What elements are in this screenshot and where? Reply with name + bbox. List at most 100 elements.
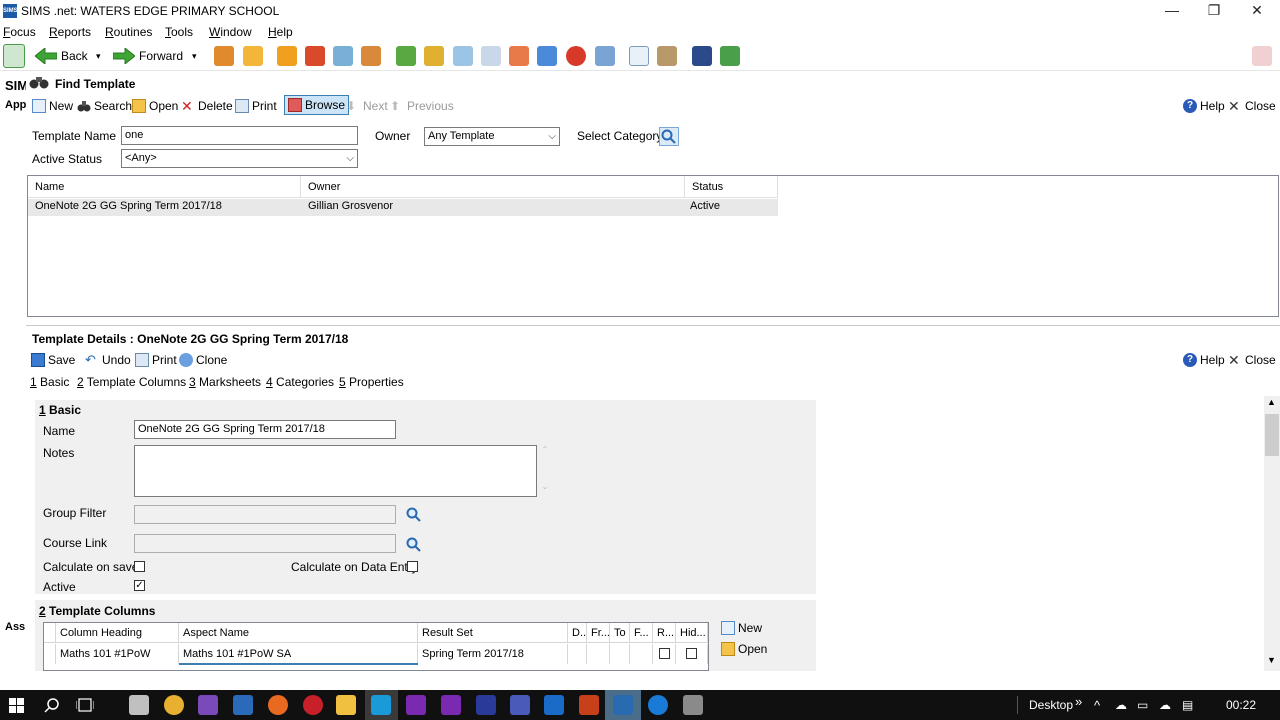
visual-studio-icon[interactable] [198, 695, 218, 715]
minimize-button[interactable]: — [1149, 0, 1195, 22]
action-center-icon[interactable]: ▤ [1182, 698, 1193, 712]
column-heading-cell[interactable]: Maths 101 #1PoW [56, 644, 179, 664]
column-header-aspect-name[interactable]: Aspect Name [179, 623, 418, 643]
select-category-search-button[interactable] [659, 127, 679, 146]
table-row[interactable]: OneNote 2G GG Spring Term 2017/18 Gillia… [28, 199, 778, 216]
staff-icon[interactable] [333, 46, 353, 66]
firefox-icon[interactable] [268, 695, 288, 715]
find-help-button[interactable]: ? Help [1183, 99, 1225, 113]
calculate-on-save-checkbox[interactable] [134, 561, 145, 572]
file-explorer-icon[interactable] [336, 695, 356, 715]
column-header-column-heading[interactable]: Column Heading [56, 623, 179, 643]
column-header-status[interactable]: Status [685, 176, 778, 198]
save-button[interactable]: Save [31, 353, 75, 367]
skype-icon[interactable] [371, 695, 391, 715]
onedrive-icon[interactable]: ☁ [1159, 698, 1171, 712]
row-selector[interactable] [44, 644, 56, 664]
open-button[interactable]: Open [132, 99, 178, 113]
active-checkbox[interactable]: ✓ [134, 580, 145, 591]
d-cell[interactable] [568, 644, 587, 664]
to-cell[interactable] [610, 644, 630, 664]
tab-properties[interactable]: 5 Properties [339, 375, 404, 389]
new-button[interactable]: New [32, 99, 73, 113]
edge-icon[interactable] [648, 695, 668, 715]
swap-icon[interactable] [3, 44, 25, 68]
home-icon[interactable] [537, 46, 557, 66]
person-icon[interactable] [243, 46, 263, 66]
teams-icon[interactable] [510, 695, 530, 715]
restore-button[interactable]: ❐ [1191, 0, 1237, 22]
sims-help-icon[interactable] [1252, 46, 1272, 66]
details-close-button[interactable]: ✕ Close [1228, 353, 1276, 367]
calculate-on-entry-checkbox[interactable] [407, 561, 418, 572]
onenote-icon[interactable] [406, 695, 426, 715]
aspect-name-cell[interactable]: Maths 101 #1PoW SA [179, 644, 418, 664]
tab-categories[interactable]: 4 Categories [266, 375, 334, 389]
toolbar-overflow-chevrons[interactable]: » [1075, 694, 1082, 709]
left-strip-ass[interactable]: Ass [5, 621, 25, 633]
edit-icon[interactable] [481, 46, 501, 66]
show-hidden-icons-caret[interactable]: ^ [1094, 698, 1100, 713]
clone-button[interactable]: Clone [179, 353, 227, 367]
f-cell[interactable] [630, 644, 653, 664]
clock-time[interactable]: 00:22 [1226, 698, 1256, 712]
template-name-input[interactable]: one [121, 126, 358, 145]
column-new-button[interactable]: New [721, 621, 762, 635]
mail-icon[interactable] [629, 46, 649, 66]
column-header-f[interactable]: F... [630, 623, 653, 643]
clock-icon[interactable] [566, 46, 586, 66]
previous-button[interactable]: ⬆ Previous [390, 99, 454, 113]
outlook-icon[interactable] [544, 695, 564, 715]
internet-explorer-icon[interactable] [233, 695, 253, 715]
close-window-button[interactable]: ✕ [1234, 0, 1280, 22]
tab-basic[interactable]: 1 Basic [30, 375, 69, 389]
search-icon[interactable] [44, 697, 60, 713]
browse-button[interactable]: Browse [284, 95, 350, 115]
search-button[interactable]: Search [77, 99, 132, 113]
register-icon[interactable] [453, 46, 473, 66]
forward-dropdown[interactable]: ▾ [192, 45, 197, 67]
details-help-button[interactable]: ? Help [1183, 353, 1225, 367]
column-header-d[interactable]: D... [568, 623, 587, 643]
flags-icon[interactable] [305, 46, 325, 66]
details-print-button[interactable]: Print [135, 353, 177, 367]
snipping-tool-icon[interactable] [683, 695, 703, 715]
marksheet-chart-icon[interactable] [424, 46, 444, 66]
notes-scrollbar[interactable]: ⌃ ⌄ [538, 445, 552, 497]
left-strip-app[interactable]: App [5, 99, 26, 111]
menu-focus[interactable]: Focus [3, 25, 36, 39]
notes-textarea[interactable] [134, 445, 537, 497]
user-icon[interactable] [595, 46, 615, 66]
task-view-icon[interactable] [76, 698, 94, 712]
photo-icon[interactable] [692, 46, 712, 66]
column-header-to[interactable]: To [610, 623, 630, 643]
group-icon[interactable] [361, 46, 381, 66]
onenote-2-icon[interactable] [441, 695, 461, 715]
column-header-hidden[interactable]: Hid... [676, 623, 708, 643]
yammer-icon[interactable] [476, 695, 496, 715]
scroll-up-arrow-icon[interactable]: ▲ [1267, 397, 1276, 407]
menu-window[interactable]: Window [209, 25, 252, 39]
fr-cell[interactable] [587, 644, 610, 664]
pupil-icon[interactable] [509, 46, 529, 66]
result-set-cell[interactable]: Spring Term 2017/18 [418, 644, 568, 664]
settings-app-icon[interactable] [129, 695, 149, 715]
column-header-r[interactable]: R... [653, 623, 676, 643]
menu-help[interactable]: Help [268, 25, 293, 39]
menu-routines[interactable]: Routines [105, 25, 152, 39]
course-link-search-icon[interactable] [405, 536, 423, 553]
active-status-select[interactable]: <Any> ⌵ [121, 149, 358, 168]
next-button[interactable]: ⬇ Next [346, 99, 388, 113]
tab-marksheets[interactable]: 3 Marksheets [189, 375, 261, 389]
column-header-owner[interactable]: Owner [301, 176, 685, 198]
delete-button[interactable]: ✕ Delete [181, 99, 233, 113]
inbox-icon[interactable] [657, 46, 677, 66]
hidden-checkbox[interactable] [686, 648, 697, 659]
powerpoint-icon[interactable] [579, 695, 599, 715]
menu-tools[interactable]: Tools [165, 25, 193, 39]
report-icon[interactable] [720, 46, 740, 66]
assessment-chart-icon[interactable] [396, 46, 416, 66]
back-dropdown[interactable]: ▾ [96, 45, 101, 67]
print-button[interactable]: Print [235, 99, 277, 113]
back-button[interactable]: Back [35, 45, 88, 67]
